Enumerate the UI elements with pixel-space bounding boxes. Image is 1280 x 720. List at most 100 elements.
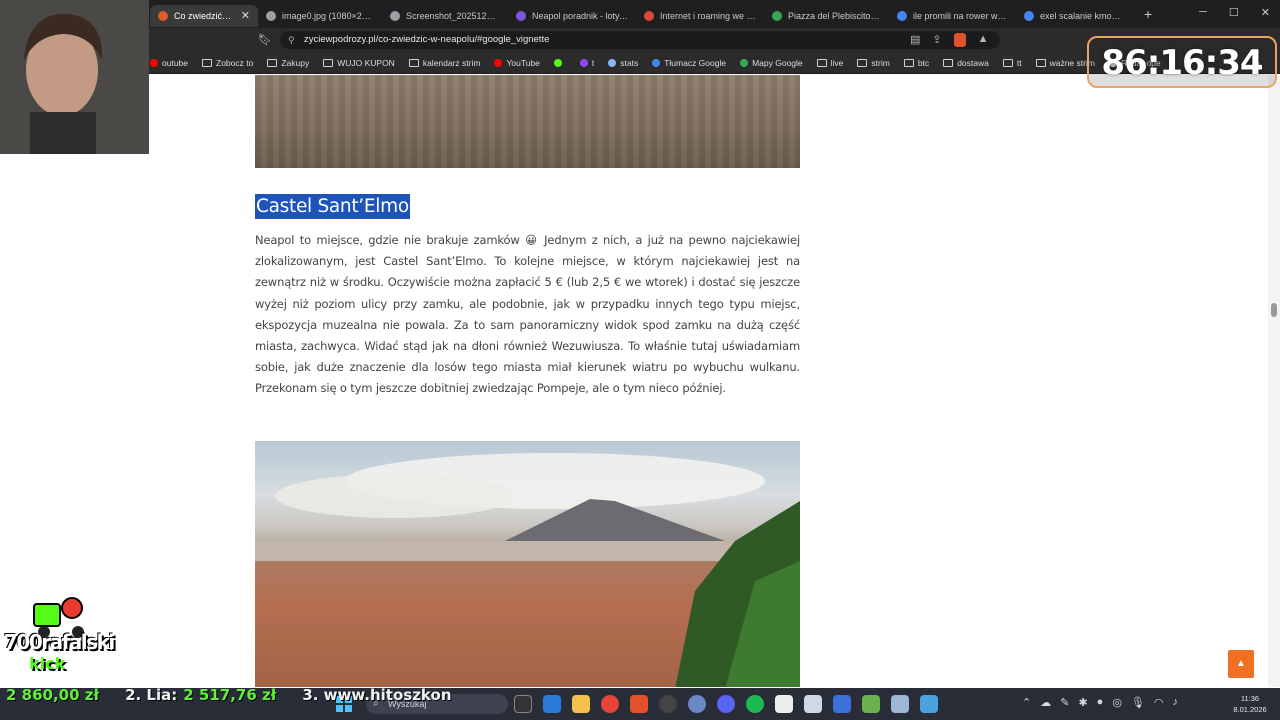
kick-icon xyxy=(553,58,562,67)
tab-title: Screenshot_20251220_154 xyxy=(406,10,500,21)
bluetooth-icon[interactable]: ✱ xyxy=(1078,696,1087,709)
browser-tab[interactable]: Internet i roaming we Wło xyxy=(636,5,764,27)
dot-icon xyxy=(150,58,158,67)
discord-icon[interactable] xyxy=(717,695,735,713)
favicon-icon xyxy=(266,10,276,21)
pen-icon[interactable]: ✎ xyxy=(1060,696,1069,709)
bookmark-item[interactable]: YouTube xyxy=(494,57,540,68)
close-window-icon[interactable]: ✕ xyxy=(1261,6,1270,19)
media-app-icon[interactable] xyxy=(543,695,561,713)
bookmark-item[interactable] xyxy=(553,58,566,67)
ticker-entry: 3. www.hitoszkon xyxy=(302,686,457,706)
browser-tab[interactable]: ile promili na rower włoch xyxy=(889,5,1016,27)
tab-title: image0.jpg (1080×2116) xyxy=(282,10,374,21)
steam-icon[interactable]: ● xyxy=(1097,696,1104,709)
favicon-icon xyxy=(1024,10,1034,21)
bookmark-label: YouTube xyxy=(506,57,540,68)
reader-mode-icon[interactable]: ▤ xyxy=(910,33,920,47)
bookmark-item[interactable]: tt xyxy=(1002,58,1022,68)
scrollbar-thumb[interactable] xyxy=(1271,303,1277,317)
calculator-icon[interactable] xyxy=(804,695,822,713)
browser-tab[interactable]: exel scalanie kmomórek xyxy=(1016,5,1136,27)
obs-icon[interactable] xyxy=(659,695,677,713)
bookmark-item[interactable]: live xyxy=(816,57,844,68)
site-info-icon[interactable]: ⚲ xyxy=(288,31,295,49)
bookmark-item[interactable]: WUJO KUPON xyxy=(323,58,395,68)
volume-icon[interactable]: ♪ xyxy=(1173,696,1179,709)
browser-tab[interactable]: Screenshot_20251220_154 xyxy=(382,5,508,27)
bookmark-item[interactable]: kalendarz strim xyxy=(408,58,480,68)
close-tab-icon[interactable]: ✕ xyxy=(241,9,250,22)
folder-icon xyxy=(1035,58,1046,67)
section-heading: Castel Sant’Elmo xyxy=(255,194,410,219)
share-icon[interactable]: ⇪ xyxy=(932,33,941,47)
bookmark-item[interactable]: dostawa xyxy=(943,58,989,68)
bookmark-icon[interactable]: 🔖︎ xyxy=(258,33,272,47)
folder-icon xyxy=(202,58,212,67)
bookmark-label: Tłumacz Google xyxy=(664,57,727,68)
bookmark-item[interactable]: t xyxy=(579,58,594,68)
favicon-icon xyxy=(772,10,782,21)
folder-icon xyxy=(943,58,954,67)
chevron-up-icon[interactable]: ⌃ xyxy=(1022,696,1031,709)
game-icon[interactable] xyxy=(775,695,793,713)
chrome-icon[interactable] xyxy=(601,695,619,713)
file-explorer-icon[interactable] xyxy=(572,695,590,713)
utility-icon[interactable] xyxy=(862,695,880,713)
favicon-icon xyxy=(390,10,400,21)
mic-icon[interactable]: 🎙︎ xyxy=(1131,696,1145,709)
bookmark-label: strim xyxy=(871,57,890,68)
address-bar[interactable]: ⚲ zyciewpodrozy.pl/co-zwiedzic-w-neapolu… xyxy=(280,31,1000,49)
network-icon[interactable]: ◎ xyxy=(1112,696,1122,709)
rewards-icon[interactable]: ▲ xyxy=(978,33,989,47)
bookmark-item[interactable]: strim xyxy=(857,57,890,68)
minimize-icon[interactable]: ─ xyxy=(1199,6,1207,19)
bookmark-item[interactable]: Tłumacz Google xyxy=(652,58,726,68)
spotify-icon[interactable] xyxy=(746,695,764,713)
browser-tab[interactable]: image0.jpg (1080×2116) xyxy=(258,5,382,27)
bookmark-label: outube xyxy=(162,57,188,68)
bookmark-label: live xyxy=(830,57,844,68)
cobblestone-photo xyxy=(255,75,800,168)
bookmark-item[interactable]: Zakupy xyxy=(267,58,309,68)
bookmark-label: Mapy Google xyxy=(752,57,803,68)
app-icon[interactable] xyxy=(688,695,706,713)
bookmark-item[interactable]: Zobocz to xyxy=(202,58,253,68)
browser-tab[interactable]: Neapol poradnik - loty, no xyxy=(508,5,636,27)
scroll-to-top-button[interactable]: ▲ xyxy=(1228,650,1254,678)
wifi-icon[interactable]: ◠ xyxy=(1154,696,1164,709)
webcam-overlay xyxy=(0,0,149,154)
task-view-icon[interactable] xyxy=(514,695,532,713)
stats-icon xyxy=(608,58,617,67)
folder-icon xyxy=(408,58,419,67)
twitch-icon xyxy=(579,58,588,67)
maps-icon xyxy=(740,58,749,67)
clock[interactable]: 11:36 8.01.2026 xyxy=(1228,693,1272,715)
folder-icon xyxy=(267,58,278,67)
cloud-icon[interactable]: ☁ xyxy=(1040,696,1051,709)
folder-icon xyxy=(857,58,868,67)
maximize-icon[interactable]: ☐ xyxy=(1229,6,1239,19)
system-tray: ⌃ ☁ ✎ ✱ ● ◎ 🎙︎ ◠ ♪ xyxy=(1022,696,1178,709)
bookmark-item[interactable]: outube xyxy=(150,58,188,68)
clock-time: 11:36 xyxy=(1240,694,1260,703)
pinned-apps xyxy=(514,695,938,713)
bookmark-item[interactable]: stats xyxy=(608,58,638,68)
window-app-icon[interactable] xyxy=(920,695,938,713)
new-tab-button[interactable]: + xyxy=(1144,6,1152,22)
kick-logo-text: kick xyxy=(29,654,66,673)
web-page[interactable]: Castel Sant’Elmo Neapol to miejsce, gdzi… xyxy=(0,75,1268,687)
bookmark-item[interactable]: Mapy Google xyxy=(740,58,803,68)
brave-icon[interactable] xyxy=(630,695,648,713)
browser-tab[interactable]: Piazza del Plebiscito – Ma xyxy=(764,5,889,27)
bookmark-item[interactable]: btc xyxy=(903,58,929,68)
x-app-icon[interactable] xyxy=(833,695,851,713)
browser-tab-bar: Co zwiedzić w Neapol ✕ image0.jpg (1080×21… xyxy=(0,0,1280,28)
browser-tab[interactable]: Co zwiedzić w Neapol ✕ xyxy=(150,4,258,27)
address-actions: ▤ ⇪ ▲ xyxy=(910,33,989,47)
tab-title: ile promili na rower włoch xyxy=(913,10,1008,21)
notes-icon[interactable] xyxy=(891,695,909,713)
brave-shield-icon[interactable] xyxy=(953,33,966,47)
page-scrollbar[interactable] xyxy=(1268,75,1280,687)
ticker-prefix: 2. Lia: xyxy=(125,686,178,704)
